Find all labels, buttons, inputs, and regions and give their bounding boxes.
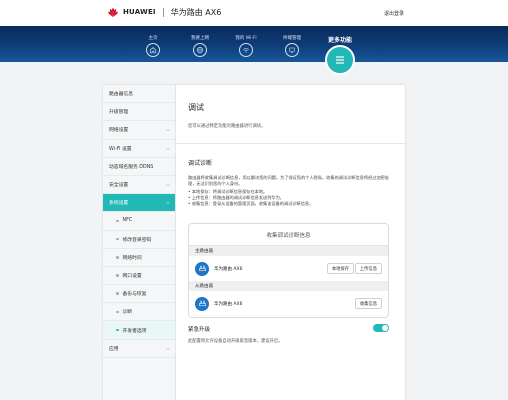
bullet-dot — [116, 292, 119, 295]
sub-router-group-label: 从路由器 — [189, 281, 388, 291]
upload-info-button[interactable]: 上传信息 — [354, 263, 382, 274]
list-item: 收集信息：登录从设备的管理页面，收集该设备的调试诊断信息。 — [188, 201, 313, 207]
chevron-down-icon — [166, 129, 170, 132]
bullet-dot — [116, 310, 119, 314]
sidebar-item-label: 诊断 — [122, 310, 133, 316]
sidebar-item-upgrade[interactable]: 升级管理 — [103, 103, 175, 122]
main-nav: 主页 我要上网 我的 Wi-Fi 终端管理 更多功能 — [0, 26, 508, 75]
nav-home[interactable]: 主页 — [133, 35, 173, 57]
bullet-dot — [116, 219, 119, 223]
menu-icon — [325, 45, 355, 75]
sidebar-item-apps[interactable]: 应用 — [103, 340, 175, 358]
sidebar-sub-nfc[interactable]: NFC — [103, 212, 175, 231]
brand: HUAWEI 华为路由 AX6 — [107, 6, 221, 18]
page-title: 调试 — [188, 103, 204, 112]
main-router-row: 华为路由 AX6 本地保存 上传信息 — [189, 256, 388, 281]
sub-router-row: 华为路由 AX6 收集信息 — [189, 291, 388, 316]
sidebar: 路由器信息 升级管理 网络设置 Wi-Fi 设置 动态域名服务 DDNS 安全设… — [103, 85, 176, 400]
content-panel: 调试 您可以通过特定功能对路由器进行调试。 调试诊断 路由器将收集调试诊断信息，… — [176, 85, 405, 400]
sidebar-sub-time[interactable]: 网络时间 — [103, 249, 175, 267]
sidebar-item-label: 动态域名服务 DDNS — [109, 164, 154, 170]
nav-internet-label: 我要上网 — [191, 36, 209, 41]
diag-section-title: 调试诊断 — [188, 160, 213, 167]
nav-more[interactable]: 更多功能 — [319, 35, 361, 75]
huawei-logo-icon — [108, 8, 118, 17]
bullet-dot — [116, 237, 119, 241]
sub-router-name: 华为路由 AX6 — [214, 301, 243, 307]
nav-wifi[interactable]: 我的 Wi-Fi — [226, 35, 266, 57]
nav-devices-label: 终端管理 — [283, 36, 301, 41]
brand-name: HUAWEI — [123, 8, 156, 16]
bullet-dot — [116, 328, 119, 332]
toggle-knob — [382, 325, 388, 331]
sidebar-item-label: 网络设置 — [109, 128, 129, 134]
sidebar-item-label: 网口设置 — [122, 273, 142, 279]
device-icon — [285, 43, 299, 57]
save-local-button[interactable]: 本地保存 — [326, 263, 354, 274]
brand-divider — [162, 7, 164, 17]
sidebar-item-label: Wi-Fi 设置 — [109, 146, 132, 152]
sidebar-item-system[interactable]: 系统设置 — [103, 194, 175, 213]
sidebar-item-label: 备份与恢复 — [122, 292, 147, 298]
diag-bullet-list: 本地保存：将调试诊断信息保存在本地。 上传信息：将路由器的调试诊断信息发送到华为… — [188, 189, 313, 206]
sidebar-item-label: 系统设置 — [109, 201, 129, 207]
settings-card: 路由器信息 升级管理 网络设置 Wi-Fi 设置 动态域名服务 DDNS 安全设… — [103, 85, 405, 400]
sidebar-item-router-info[interactable]: 路由器信息 — [103, 85, 175, 104]
chevron-down-icon — [166, 183, 170, 187]
home-icon — [146, 43, 160, 57]
chevron-up-icon — [166, 201, 170, 205]
page-description: 您可以通过特定功能对路由器进行调试。 — [188, 124, 266, 129]
emergency-upgrade-title: 紧急升级 — [188, 327, 211, 333]
sidebar-item-label: 路由器信息 — [109, 92, 133, 98]
router-icon — [195, 296, 209, 311]
sidebar-sub-password[interactable]: 修改登录密码 — [103, 231, 175, 249]
router-model: 华为路由 AX6 — [170, 7, 222, 17]
main-router-group-label: 主路由器 — [189, 246, 388, 256]
sidebar-item-wifi[interactable]: Wi-Fi 设置 — [103, 140, 175, 158]
chevron-down-icon — [166, 147, 170, 150]
sidebar-item-label: 应用 — [109, 346, 119, 352]
main-router-name: 华为路由 AX6 — [214, 266, 243, 272]
sidebar-item-ddns[interactable]: 动态域名服务 DDNS — [103, 158, 175, 176]
sidebar-item-security[interactable]: 安全设置 — [103, 176, 175, 195]
sidebar-item-label: 修改登录密码 — [122, 237, 152, 243]
logout-link[interactable]: 退出登录 — [384, 10, 404, 17]
sidebar-item-label: 开发者选项 — [122, 328, 147, 334]
sidebar-item-label: 网络时间 — [122, 255, 142, 261]
emergency-upgrade-description: 此配置将允许设备自动升级紧急版本，建议开启。 — [188, 339, 283, 344]
diag-collect-panel: 收集调试诊断信息 主路由器 华为路由 AX6 本地保存 上传信息 从路由器 华为… — [188, 223, 389, 318]
collect-info-button[interactable]: 收集信息 — [354, 298, 382, 309]
bullet-dot — [116, 256, 119, 259]
globe-icon — [193, 43, 207, 57]
sidebar-sub-diagnose[interactable]: 诊断 — [103, 303, 175, 322]
sidebar-sub-backup[interactable]: 备份与恢复 — [103, 285, 175, 304]
nav-wifi-label: 我的 Wi-Fi — [235, 36, 257, 41]
sidebar-sub-developer[interactable]: 开发者选项 — [103, 321, 175, 340]
divider — [176, 143, 405, 144]
nav-more-label: 更多功能 — [327, 37, 352, 44]
bullet-dot — [116, 274, 119, 277]
emergency-upgrade-toggle[interactable] — [373, 324, 389, 332]
sidebar-item-label: 安全设置 — [109, 183, 129, 189]
wifi-icon — [239, 43, 253, 57]
nav-internet[interactable]: 我要上网 — [180, 35, 220, 57]
sidebar-item-network[interactable]: 网络设置 — [103, 121, 175, 140]
nav-home-label: 主页 — [148, 36, 158, 41]
router-icon — [195, 261, 209, 276]
top-bar: HUAWEI 华为路由 AX6 退出登录 — [0, 0, 508, 26]
sidebar-item-label: NFC — [122, 218, 133, 224]
nav-devices[interactable]: 终端管理 — [272, 35, 312, 57]
chevron-down-icon — [166, 347, 170, 350]
sidebar-item-label: 升级管理 — [109, 110, 129, 116]
diag-section-description: 路由器将收集调试诊断信息，用以解决您的问题。为了保证您的个人隐私，收集的调试诊断… — [188, 175, 390, 187]
diag-panel-title: 收集调试诊断信息 — [189, 224, 388, 246]
sidebar-sub-ports[interactable]: 网口设置 — [103, 267, 175, 286]
